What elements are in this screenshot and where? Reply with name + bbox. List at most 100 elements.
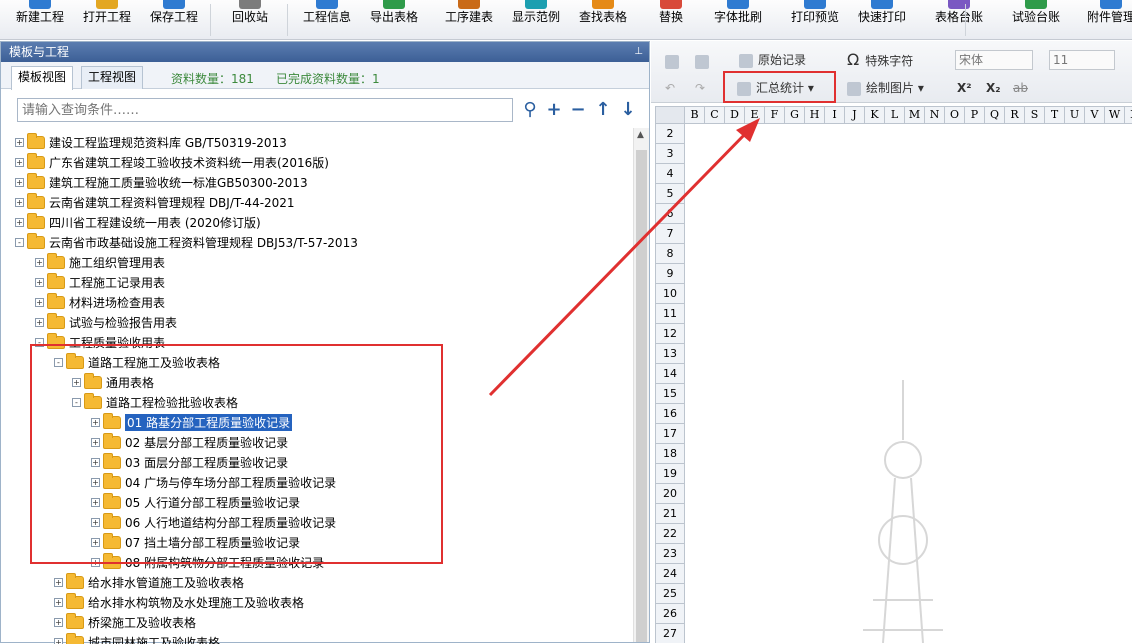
redo-icon[interactable]: ↷ bbox=[695, 77, 705, 99]
toolbar-show-example-button[interactable]: 显示范例 bbox=[506, 0, 566, 40]
row-header[interactable]: 15 bbox=[655, 384, 685, 404]
row-header[interactable]: 12 bbox=[655, 324, 685, 344]
toolbar-print-preview-button[interactable]: 打印预览 bbox=[785, 0, 845, 40]
toolbar-export-table-button[interactable]: 导出表格 bbox=[364, 0, 424, 40]
column-header[interactable]: F bbox=[765, 106, 785, 124]
row-header[interactable]: 21 bbox=[655, 504, 685, 524]
row-header[interactable]: 16 bbox=[655, 404, 685, 424]
subscript-button[interactable]: X₂ bbox=[986, 77, 1001, 99]
tree-node[interactable]: +给水排水管道施工及验收表格 bbox=[54, 572, 244, 592]
expand-icon[interactable]: + bbox=[35, 258, 44, 267]
scroll-thumb[interactable] bbox=[636, 150, 647, 642]
scroll-up-icon[interactable]: ▲ bbox=[637, 130, 644, 140]
pin-icon[interactable]: ⊥ bbox=[634, 42, 643, 62]
row-header[interactable]: 11 bbox=[655, 304, 685, 324]
tree-node[interactable]: +材料进场检查用表 bbox=[35, 292, 165, 312]
column-header[interactable]: E bbox=[745, 106, 765, 124]
row-header[interactable]: 27 bbox=[655, 624, 685, 643]
search-input[interactable] bbox=[17, 98, 513, 122]
expand-icon[interactable]: + bbox=[35, 318, 44, 327]
column-header[interactable]: U bbox=[1065, 106, 1085, 124]
row-header[interactable]: 2 bbox=[655, 124, 685, 144]
add-icon[interactable]: + bbox=[544, 100, 564, 120]
column-header[interactable]: M bbox=[905, 106, 925, 124]
row-header[interactable]: 14 bbox=[655, 364, 685, 384]
expand-icon[interactable]: + bbox=[15, 178, 24, 187]
column-header[interactable]: R bbox=[1005, 106, 1025, 124]
strikethrough-button[interactable]: ab bbox=[1013, 77, 1028, 99]
column-header[interactable]: I bbox=[825, 106, 845, 124]
tree-node[interactable]: +云南省建筑工程资料管理规程 DBJ/T-44-2021 bbox=[15, 192, 295, 212]
search-icon[interactable]: ⚲ bbox=[520, 100, 540, 120]
row-header[interactable]: 18 bbox=[655, 444, 685, 464]
move-down-icon[interactable]: ↓ bbox=[618, 100, 638, 120]
tree-node[interactable]: +建设工程监理规范资料库 GB/T50319-2013 bbox=[15, 132, 287, 152]
tree-node[interactable]: +施工组织管理用表 bbox=[35, 252, 165, 272]
column-header[interactable]: P bbox=[965, 106, 985, 124]
expand-icon[interactable]: + bbox=[15, 198, 24, 207]
tree-node[interactable]: +四川省工程建设统一用表 (2020修订版) bbox=[15, 212, 261, 232]
row-header[interactable]: 13 bbox=[655, 344, 685, 364]
undo-icon[interactable]: ↶ bbox=[665, 77, 675, 99]
tab-project-view[interactable]: 工程视图 bbox=[81, 66, 143, 89]
row-header[interactable]: 7 bbox=[655, 224, 685, 244]
toolbar-attachment-button[interactable]: 附件管理 bbox=[1081, 0, 1132, 40]
tree-scrollbar[interactable]: ▲ bbox=[633, 128, 649, 642]
original-record-button[interactable]: 原始记录 bbox=[739, 49, 806, 71]
column-header[interactable]: G bbox=[785, 106, 805, 124]
column-header[interactable]: W bbox=[1105, 106, 1125, 124]
font-name-select[interactable]: 宋体 bbox=[955, 50, 1033, 70]
superscript-button[interactable]: X² bbox=[957, 77, 972, 99]
toolbar-project-info-button[interactable]: 工程信息 bbox=[297, 0, 357, 40]
column-header[interactable]: S bbox=[1025, 106, 1045, 124]
copy-icon[interactable] bbox=[665, 50, 684, 72]
column-header[interactable]: O bbox=[945, 106, 965, 124]
column-header[interactable]: H bbox=[805, 106, 825, 124]
special-char-button[interactable]: Ω特殊字符 bbox=[847, 49, 913, 71]
column-header[interactable]: N bbox=[925, 106, 945, 124]
row-header[interactable]: 8 bbox=[655, 244, 685, 264]
column-header[interactable]: Q bbox=[985, 106, 1005, 124]
expand-icon[interactable]: + bbox=[35, 298, 44, 307]
row-header[interactable]: 25 bbox=[655, 584, 685, 604]
move-up-icon[interactable]: ↑ bbox=[593, 100, 613, 120]
row-header[interactable]: 20 bbox=[655, 484, 685, 504]
font-size-select[interactable]: 11 bbox=[1049, 50, 1115, 70]
toolbar-save-project-button[interactable]: 保存工程 bbox=[144, 0, 204, 40]
column-header[interactable]: X bbox=[1125, 106, 1132, 124]
tree-node[interactable]: -云南省市政基础设施工程资料管理规程 DBJ53/T-57-2013 bbox=[15, 232, 358, 252]
toolbar-quick-print-button[interactable]: 快速打印 bbox=[852, 0, 912, 40]
column-header[interactable]: T bbox=[1045, 106, 1065, 124]
row-header[interactable]: 6 bbox=[655, 204, 685, 224]
tree-node[interactable]: +桥梁施工及验收表格 bbox=[54, 612, 196, 632]
toolbar-process-table-button[interactable]: 工序建表 bbox=[439, 0, 499, 40]
expand-icon[interactable]: + bbox=[54, 598, 63, 607]
row-header[interactable]: 23 bbox=[655, 544, 685, 564]
toolbar-replace-button[interactable]: 替换 bbox=[641, 0, 701, 40]
column-header[interactable]: L bbox=[885, 106, 905, 124]
row-header[interactable]: 26 bbox=[655, 604, 685, 624]
tree-node[interactable]: +给水排水构筑物及水处理施工及验收表格 bbox=[54, 592, 304, 612]
row-header[interactable]: 3 bbox=[655, 144, 685, 164]
expand-icon[interactable]: + bbox=[54, 638, 63, 644]
toolbar-recycle-bin-button[interactable]: 回收站 bbox=[220, 0, 280, 40]
row-header[interactable]: 4 bbox=[655, 164, 685, 184]
expand-icon[interactable]: + bbox=[15, 158, 24, 167]
toolbar-table-ledger-button[interactable]: 表格台账 bbox=[929, 0, 989, 40]
column-header[interactable]: K bbox=[865, 106, 885, 124]
expand-icon[interactable]: + bbox=[15, 138, 24, 147]
row-header[interactable]: 10 bbox=[655, 284, 685, 304]
tree-node[interactable]: +城市园林施工及验收表格 bbox=[54, 632, 220, 644]
toolbar-test-ledger-button[interactable]: 试验台账 bbox=[1006, 0, 1066, 40]
toolbar-open-project-button[interactable]: 打开工程 bbox=[77, 0, 137, 40]
toolbar-font-brush-button[interactable]: 字体批刷 bbox=[708, 0, 768, 40]
row-header[interactable]: 17 bbox=[655, 424, 685, 444]
column-header[interactable]: V bbox=[1085, 106, 1105, 124]
paste-icon[interactable] bbox=[695, 50, 714, 72]
row-header[interactable]: 9 bbox=[655, 264, 685, 284]
expand-icon[interactable]: + bbox=[54, 578, 63, 587]
draw-picture-button[interactable]: 绘制图片 ▾ bbox=[847, 77, 924, 99]
row-header[interactable]: 5 bbox=[655, 184, 685, 204]
expand-icon[interactable]: + bbox=[54, 618, 63, 627]
expand-icon[interactable]: + bbox=[15, 218, 24, 227]
